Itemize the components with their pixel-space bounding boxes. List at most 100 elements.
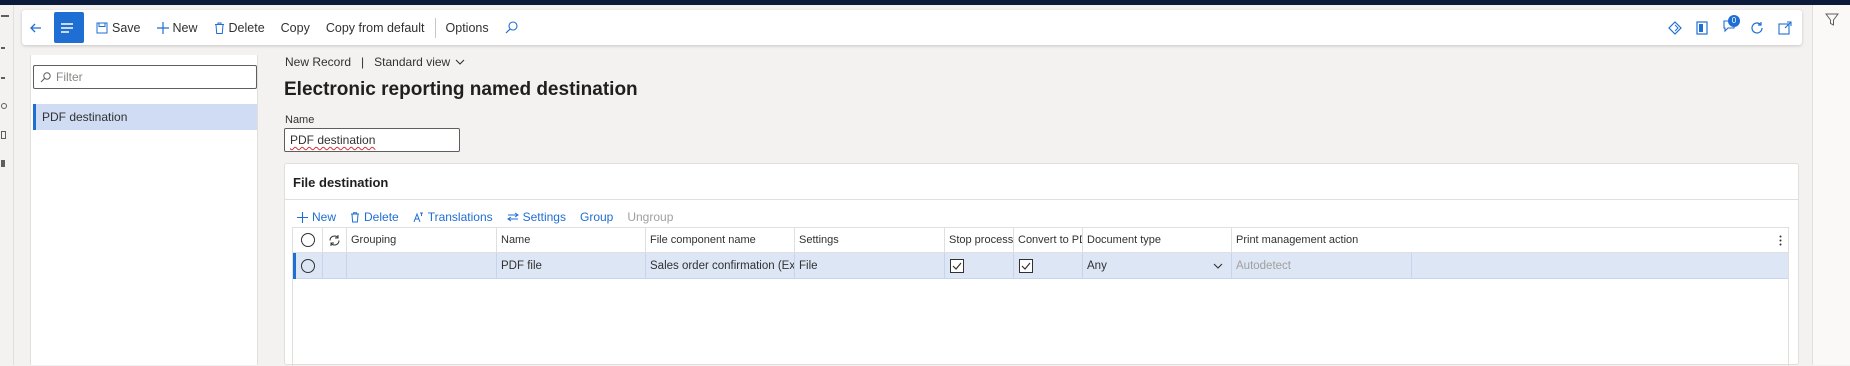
row-select-cell[interactable] — [293, 253, 323, 279]
new-button[interactable]: New — [149, 10, 206, 45]
column-header-grouping[interactable]: Grouping — [347, 228, 497, 253]
app-top-strip — [0, 0, 1850, 5]
back-button[interactable] — [22, 10, 54, 45]
filter-pane-rail — [1812, 5, 1850, 365]
convert-to-pdf-checkbox[interactable] — [1019, 259, 1033, 273]
row-select-radio[interactable] — [300, 259, 315, 273]
view-selector[interactable]: Standard view — [374, 55, 465, 69]
translations-button[interactable]: Translations — [413, 210, 493, 224]
name-field-label: Name — [285, 114, 315, 126]
search-icon — [505, 21, 518, 34]
grid-new-button[interactable]: New — [297, 210, 336, 224]
lines-icon — [61, 22, 73, 33]
group-label: Group — [579, 210, 614, 224]
name-cell[interactable]: PDF file — [497, 253, 646, 279]
stop-processing-cell[interactable] — [945, 253, 1014, 279]
new-label: New — [172, 20, 198, 35]
column-header-stop-processing[interactable]: Stop processing... — [945, 228, 1014, 253]
refresh-icon[interactable] — [1750, 21, 1764, 35]
action-pane-utilities: 0 — [1668, 10, 1792, 45]
filter-placeholder: Filter — [56, 70, 83, 84]
notifications-button[interactable]: 0 — [1722, 15, 1740, 36]
copy-button[interactable]: Copy — [273, 10, 318, 45]
recent-icon[interactable] — [1, 103, 7, 109]
notification-badge: 0 — [1728, 15, 1740, 27]
navigation-rail — [0, 5, 14, 365]
save-icon — [96, 22, 108, 33]
workspaces-icon[interactable] — [1, 131, 6, 139]
settings-button[interactable]: Settings — [506, 210, 566, 224]
refresh-icon — [329, 234, 340, 246]
column-header-print-management-action[interactable]: Print management action — [1232, 228, 1788, 253]
power-apps-icon[interactable] — [1668, 20, 1682, 35]
convert-to-pdf-cell[interactable] — [1014, 253, 1083, 279]
file-component-name-value: Sales order confirmation (Ex... — [650, 260, 795, 272]
translations-label: Translations — [427, 210, 493, 224]
options-label: Options — [445, 20, 489, 35]
office-icon[interactable] — [1696, 20, 1708, 35]
favorites-icon[interactable] — [1, 77, 5, 79]
save-button[interactable]: Save — [88, 10, 149, 45]
document-type-value: Any — [1087, 260, 1107, 272]
column-header-convert-to-pdf[interactable]: Convert to PDF — [1014, 228, 1083, 253]
chevron-down-icon — [1213, 263, 1223, 269]
group-button[interactable]: Group — [580, 210, 613, 224]
breadcrumb: New Record | Standard view — [285, 55, 465, 69]
record-list-pane: Filter PDF destination — [30, 55, 258, 365]
file-destination-grid: Grouping Name File component name Settin… — [292, 227, 1789, 366]
more-options-icon[interactable] — [1779, 235, 1782, 246]
swap-icon — [506, 212, 519, 222]
modules-icon[interactable] — [1, 160, 5, 167]
hamburger-icon[interactable] — [1, 15, 9, 17]
select-all-column[interactable] — [293, 228, 323, 253]
page-title: Electronic reporting named destination — [284, 79, 638, 100]
ungroup-button[interactable]: Ungroup — [627, 210, 673, 224]
breadcrumb-record: New Record — [285, 55, 352, 69]
search-icon — [40, 71, 51, 82]
row-status-cell — [323, 253, 347, 279]
action-pane: Save New Delete Copy Copy from default O… — [22, 10, 1802, 45]
refresh-column[interactable] — [323, 228, 347, 253]
copy-label: Copy — [280, 20, 310, 35]
translate-icon — [413, 212, 423, 222]
action-menu-button[interactable] — [54, 12, 84, 43]
filter-icon[interactable] — [1825, 13, 1839, 27]
name-field[interactable]: PDF destination — [284, 128, 460, 152]
column-header-document-type[interactable]: Document type — [1083, 228, 1232, 253]
select-all-radio[interactable] — [300, 233, 315, 247]
trash-icon — [214, 22, 224, 34]
open-new-window-icon[interactable] — [1778, 20, 1792, 35]
column-header-settings[interactable]: Settings — [795, 228, 945, 253]
column-header-name[interactable]: Name — [497, 228, 646, 253]
checkmark-icon — [1021, 262, 1031, 270]
delete-button[interactable]: Delete — [206, 10, 273, 45]
back-arrow-icon — [30, 23, 41, 32]
stop-processing-checkbox[interactable] — [950, 259, 964, 273]
delete-label: Delete — [228, 20, 265, 35]
file-destination-section: File destination New Delete Translations… — [284, 163, 1799, 366]
breadcrumb-separator: | — [361, 55, 365, 69]
plus-icon — [156, 21, 169, 34]
grid-delete-button[interactable]: Delete — [350, 210, 399, 224]
copy-from-default-button[interactable]: Copy from default — [318, 10, 433, 45]
list-item[interactable]: PDF destination — [33, 104, 257, 130]
toolbar-divider — [434, 17, 436, 38]
file-component-name-dropdown[interactable]: Sales order confirmation (Ex... — [646, 253, 795, 279]
table-row[interactable]: PDF file Sales order confirmation (Ex...… — [293, 253, 1788, 279]
print-management-action-header-label: Print management action — [1236, 234, 1359, 246]
section-title[interactable]: File destination — [293, 175, 388, 190]
options-tab[interactable]: Options — [438, 10, 497, 45]
grid-toolbar: New Delete Translations Settings Group U… — [297, 206, 673, 228]
home-icon[interactable] — [1, 47, 5, 49]
column-header-file-component-name[interactable]: File component name — [646, 228, 795, 253]
save-label: Save — [112, 20, 141, 35]
checkmark-icon — [952, 262, 962, 270]
grouping-cell[interactable] — [347, 253, 497, 279]
settings-cell[interactable]: File — [795, 253, 945, 279]
document-type-dropdown[interactable]: Any — [1083, 253, 1232, 279]
grid-delete-label: Delete — [364, 210, 399, 224]
filter-input[interactable]: Filter — [33, 65, 257, 89]
print-management-action-cell[interactable]: Autodetect — [1232, 253, 1412, 279]
view-label: Standard view — [374, 55, 451, 69]
search-button[interactable] — [497, 10, 530, 45]
